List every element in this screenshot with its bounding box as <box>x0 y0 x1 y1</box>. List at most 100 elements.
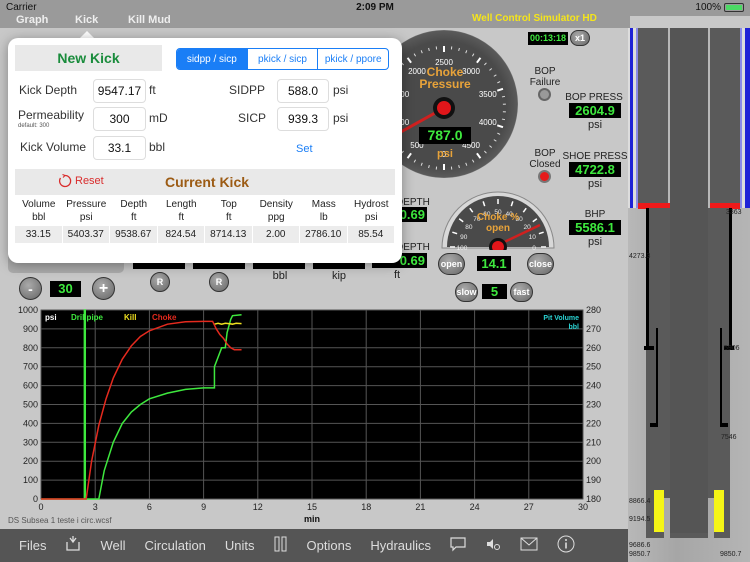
bbl-unit: bbl <box>272 270 288 282</box>
well-label-bit: 9686.6 <box>629 542 651 549</box>
mail-icon[interactable] <box>520 537 538 554</box>
bottom-toolbar: Files Well Circulation Units Options Hyd… <box>0 529 628 562</box>
info-icon[interactable] <box>557 535 575 556</box>
wellbore-schematic: 4273.3 3363 5906 7546 8866.4 9194.5 9686… <box>628 28 750 562</box>
sicp-input[interactable]: 939.3 <box>277 107 329 131</box>
well-label-shoe2: 5906 <box>724 345 740 352</box>
x-tick-label: 6 <box>147 502 152 512</box>
permeability-default: default: 300 <box>18 123 50 129</box>
mode-sidpp-sicp[interactable]: sidpp / sicp <box>177 49 247 69</box>
choke-close-button[interactable]: close <box>527 253 554 275</box>
y2-tick-label: 180 <box>586 494 601 504</box>
circulation-button[interactable]: Circulation <box>145 538 206 553</box>
tab-kick[interactable]: Kick <box>75 14 98 26</box>
popover-arrow <box>80 31 94 38</box>
well-button[interactable]: Well <box>100 538 125 553</box>
kick-table-cell: 33.15 <box>15 226 62 243</box>
kick-table-header-cell: Hydrost psi <box>354 199 389 223</box>
choke-rate-value: 5 <box>482 284 507 299</box>
pressure-chart: 0 3 6 9 12 15 18 21 24 27 30 0 100 200 300 400 500 600 700… <box>0 305 628 527</box>
status-bar: Carrier 2:09 PM 100% <box>0 0 750 16</box>
y-tick-label: 600 <box>23 381 38 391</box>
choke-fast-button[interactable]: fast <box>510 282 533 302</box>
options-button[interactable]: Options <box>307 538 352 553</box>
sicp-label: SICP <box>238 111 267 125</box>
comment-icon[interactable] <box>450 536 466 555</box>
y2-tick-label: 200 <box>586 456 601 466</box>
bop-press-unit: psi <box>587 119 603 131</box>
bop-failure-label: BOP Failure <box>529 66 561 88</box>
bop-press-value: 2604.9 <box>569 103 621 118</box>
bhp-unit: psi <box>587 236 603 248</box>
permeability-input[interactable]: 300 <box>93 107 146 131</box>
mode-pkick-sicp[interactable]: pkick / sicp <box>246 49 318 69</box>
y-axis-label: psi <box>45 313 57 322</box>
bop-closed-light <box>538 170 551 183</box>
kick-volume-unit: bbl <box>149 140 166 154</box>
reset-label: Reset <box>75 175 104 187</box>
bop-failure-light <box>538 88 551 101</box>
permeability-unit: mD <box>149 111 168 125</box>
files-button[interactable]: Files <box>19 538 46 553</box>
columns-icon[interactable] <box>274 536 288 555</box>
legend-kill: Kill <box>124 313 136 322</box>
x-tick-label: 24 <box>470 502 480 512</box>
y2-tick-label: 260 <box>586 343 601 353</box>
well-label-td-right: 9850.7 <box>720 551 742 558</box>
kick-depth-unit: ft <box>149 83 156 97</box>
choke-open-tick-label: 100 <box>457 245 468 250</box>
pump-plus-button[interactable]: + <box>92 277 115 300</box>
sicp-unit: psi <box>333 111 349 125</box>
choke-pressure-value: 787.0 <box>419 127 471 144</box>
current-kick-title: Current Kick <box>165 174 250 190</box>
reset-counter-button-1[interactable]: R <box>150 272 170 292</box>
series-kill-line <box>214 322 242 325</box>
well-label-td-left: 9850.7 <box>629 551 651 558</box>
app-title: Well Control Simulator HD <box>472 13 597 24</box>
reset-counter-button-2[interactable]: R <box>209 272 229 292</box>
depth-unit: ft <box>393 269 401 281</box>
x-tick-label: 12 <box>253 502 263 512</box>
bhp-label: BHP <box>584 209 606 220</box>
choke-pressure-unit: psi <box>437 148 453 160</box>
well-label-kick-mid: 9194.5 <box>629 516 651 523</box>
kick-table-header-cell: Volume bbl <box>22 199 56 223</box>
gauge-major-tick <box>476 57 482 64</box>
sidpp-input[interactable]: 588.0 <box>277 79 329 103</box>
bop-closed-label: BOP Closed <box>529 148 561 170</box>
choke-open-button[interactable]: open <box>438 253 465 275</box>
gauge-tick-label: 4000 <box>479 118 497 127</box>
y2-tick-label: 230 <box>586 400 601 410</box>
choke-open-tick-label: 80 <box>465 224 473 231</box>
well-label-shoe1: 3363 <box>726 209 742 216</box>
x-tick-label: 27 <box>524 502 534 512</box>
pump-minus-button[interactable]: - <box>19 277 42 300</box>
mode-pkick-ppore[interactable]: pkick / ppore <box>317 49 388 69</box>
y-tick-label: 700 <box>23 362 38 372</box>
choke-slow-button[interactable]: slow <box>455 282 478 302</box>
y-tick-label: 0 <box>33 494 38 504</box>
hydraulics-button[interactable]: Hydraulics <box>370 538 431 553</box>
x-tick-label: 21 <box>415 502 425 512</box>
kick-depth-input[interactable]: 9547.17 <box>93 79 146 103</box>
current-kick-table: Volume bbl Pressure psi Depth ft Length ft Top ft… <box>15 198 395 243</box>
y-tick-label: 900 <box>23 324 38 334</box>
reset-button[interactable]: Reset <box>58 174 104 188</box>
legend-choke: Choke <box>152 313 177 322</box>
gauge-tick-label: 3500 <box>479 90 497 99</box>
kick-volume-input[interactable]: 33.1 <box>93 136 146 160</box>
speed-button[interactable]: x1 <box>570 30 590 46</box>
units-button[interactable]: Units <box>225 538 255 553</box>
y-tick-label: 100 <box>23 475 38 485</box>
shoe-press-label: SHOE PRESS <box>562 151 628 162</box>
legend-drillpipe: Drillpipe <box>71 313 104 322</box>
tab-graph[interactable]: Graph <box>16 14 48 26</box>
y-tick-label: 1000 <box>18 305 38 315</box>
kick-table-cell: 2786.10 <box>300 226 347 243</box>
kick-table-cell: 2.00 <box>252 226 299 243</box>
set-button[interactable]: Set <box>296 143 313 155</box>
x-tick-label: 3 <box>93 502 98 512</box>
tab-kill-mud[interactable]: Kill Mud <box>128 14 171 26</box>
sound-off-icon[interactable] <box>485 536 501 555</box>
inbox-icon[interactable] <box>65 536 81 555</box>
